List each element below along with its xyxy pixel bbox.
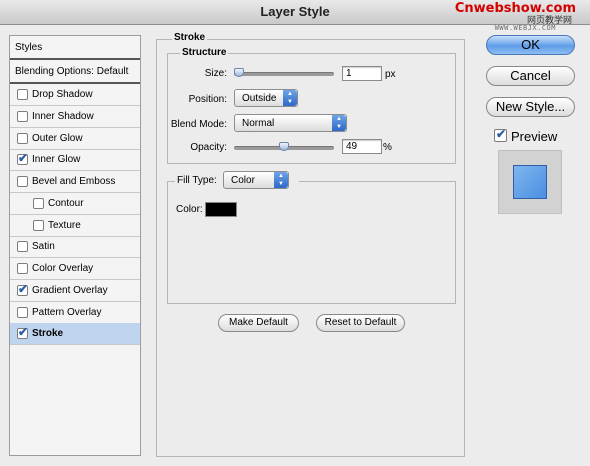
structure-group-title: Structure <box>180 47 229 58</box>
style-item-label: Color Overlay <box>32 263 94 274</box>
stroke-group-title: Stroke <box>172 32 208 43</box>
style-item-outer-glow[interactable]: Outer Glow <box>10 128 140 150</box>
preview-swatch <box>513 165 547 199</box>
style-checkbox[interactable] <box>33 219 44 231</box>
ok-button[interactable]: OK <box>486 35 575 55</box>
opacity-unit: % <box>383 142 392 153</box>
dropdown-arrows-icon: ▲ ▼ <box>283 90 297 106</box>
checkmark-icon: ✔ <box>18 151 29 166</box>
watermark-url: WWW.WEBJX.COM <box>494 24 556 32</box>
blend-mode-label: Blend Mode: <box>170 119 227 130</box>
cancel-button[interactable]: Cancel <box>486 66 575 86</box>
style-checkbox[interactable]: ✔ <box>17 325 29 340</box>
size-label: Size: <box>204 68 227 79</box>
opacity-label: Opacity: <box>190 142 227 153</box>
position-dropdown[interactable]: Outside ▲ ▼ <box>234 89 298 107</box>
checkmark-icon: ✔ <box>496 127 507 141</box>
size-slider-track[interactable] <box>234 72 334 76</box>
style-item-label: Gradient Overlay <box>32 284 108 296</box>
style-checkbox[interactable] <box>17 110 28 122</box>
style-checkbox[interactable] <box>17 176 28 187</box>
dropdown-arrows-icon: ▲ ▼ <box>332 115 346 131</box>
style-item-pattern-overlay[interactable]: Pattern Overlay <box>10 302 140 324</box>
style-item-label: Texture <box>48 219 81 231</box>
style-item-stroke[interactable]: ✔ Stroke <box>10 323 140 346</box>
preview-label: Preview <box>511 129 558 144</box>
fill-group <box>167 181 456 304</box>
preview-checkbox[interactable]: ✔ <box>494 127 507 142</box>
fill-type-dropdown[interactable]: Color ▲ ▼ <box>223 171 289 189</box>
checkmark-icon: ✔ <box>18 325 29 340</box>
style-item-label: Drop Shadow <box>32 89 93 100</box>
size-unit: px <box>385 69 396 80</box>
style-item-label: Contour <box>48 197 84 209</box>
style-item-satin[interactable]: Satin <box>10 236 140 259</box>
style-checkbox[interactable] <box>17 263 28 274</box>
style-item-label: Satin <box>32 241 55 253</box>
style-checkbox[interactable] <box>17 89 28 100</box>
style-item-color-overlay[interactable]: Color Overlay <box>10 258 140 280</box>
style-checkbox[interactable] <box>17 306 28 318</box>
fill-type-label: Fill Type: <box>177 175 217 186</box>
opacity-input[interactable]: 49 <box>342 139 382 154</box>
style-item-inner-glow[interactable]: ✔ Inner Glow <box>10 149 140 172</box>
preview-thumbnail <box>498 150 562 214</box>
styles-list: Styles Blending Options: Default Drop Sh… <box>9 35 141 456</box>
opacity-slider-thumb[interactable] <box>279 142 290 151</box>
size-slider-thumb[interactable] <box>234 68 244 77</box>
styles-header[interactable]: Styles <box>10 36 140 60</box>
style-item-bevel-and-emboss[interactable]: Bevel and Emboss <box>10 171 140 193</box>
new-style-button[interactable]: New Style... <box>486 97 575 117</box>
style-checkbox[interactable] <box>33 197 44 209</box>
style-item-label: Outer Glow <box>32 132 83 144</box>
color-label: Color: <box>176 204 203 215</box>
style-item-label: Inner Glow <box>32 154 81 166</box>
style-item-drop-shadow[interactable]: Drop Shadow <box>10 84 140 106</box>
style-checkbox[interactable] <box>17 132 28 144</box>
style-item-label: Pattern Overlay <box>32 306 102 318</box>
style-checkbox[interactable]: ✔ <box>17 281 29 296</box>
size-input[interactable]: 1 <box>342 66 382 81</box>
style-item-gradient-overlay[interactable]: ✔ Gradient Overlay <box>10 280 140 302</box>
blending-options-item[interactable]: Blending Options: Default <box>10 60 140 84</box>
style-item-contour[interactable]: Contour <box>10 193 140 215</box>
style-item-inner-shadow[interactable]: Inner Shadow <box>10 106 140 128</box>
dropdown-arrows-icon: ▲ ▼ <box>274 172 288 188</box>
style-item-label: Stroke <box>32 328 64 340</box>
position-label: Position: <box>188 94 227 105</box>
style-item-label: Inner Shadow <box>32 110 94 122</box>
reset-to-default-button[interactable]: Reset to Default <box>316 314 405 332</box>
checkmark-icon: ✔ <box>18 281 29 296</box>
color-swatch[interactable] <box>205 202 237 217</box>
style-item-label: Bevel and Emboss <box>32 176 116 187</box>
style-item-texture[interactable]: Texture <box>10 215 140 237</box>
make-default-button[interactable]: Make Default <box>218 314 299 332</box>
style-checkbox[interactable] <box>17 241 28 253</box>
style-checkbox[interactable]: ✔ <box>17 151 29 166</box>
blend-mode-dropdown[interactable]: Normal ▲ ▼ <box>234 114 347 132</box>
